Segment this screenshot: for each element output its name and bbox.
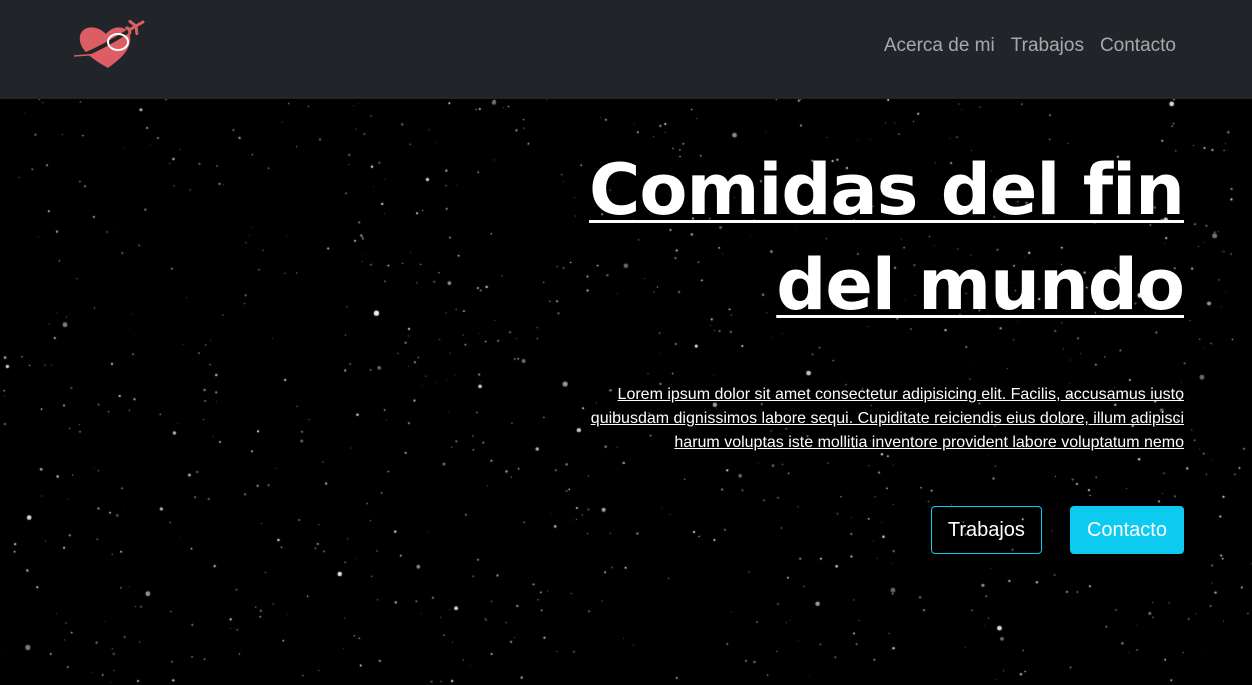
hero-section: Comidas del fin del mundo Lorem ipsum do… — [0, 99, 1252, 685]
nav-link-trabajos[interactable]: Trabajos — [1011, 34, 1084, 58]
hero-description: Lorem ipsum dolor sit amet consectetur a… — [590, 386, 1184, 451]
contacto-button[interactable]: Contacto — [1069, 506, 1184, 554]
trabajos-button[interactable]: Trabajos — [930, 506, 1042, 554]
hero-content: Comidas del fin del mundo Lorem ipsum do… — [544, 143, 1185, 554]
hero-buttons: Trabajos Contacto — [544, 506, 1184, 554]
nav-links: Acerca de mi Trabajos Contacto — [884, 34, 1176, 58]
nav-link-acerca[interactable]: Acerca de mi — [884, 34, 995, 58]
hero-title: Comidas del fin del mundo — [588, 149, 1185, 326]
navbar: Acerca de mi Trabajos Contacto — [0, 0, 1252, 99]
heart-with-airplane-icon[interactable] — [70, 18, 150, 74]
nav-link-contacto[interactable]: Contacto — [1100, 34, 1176, 58]
